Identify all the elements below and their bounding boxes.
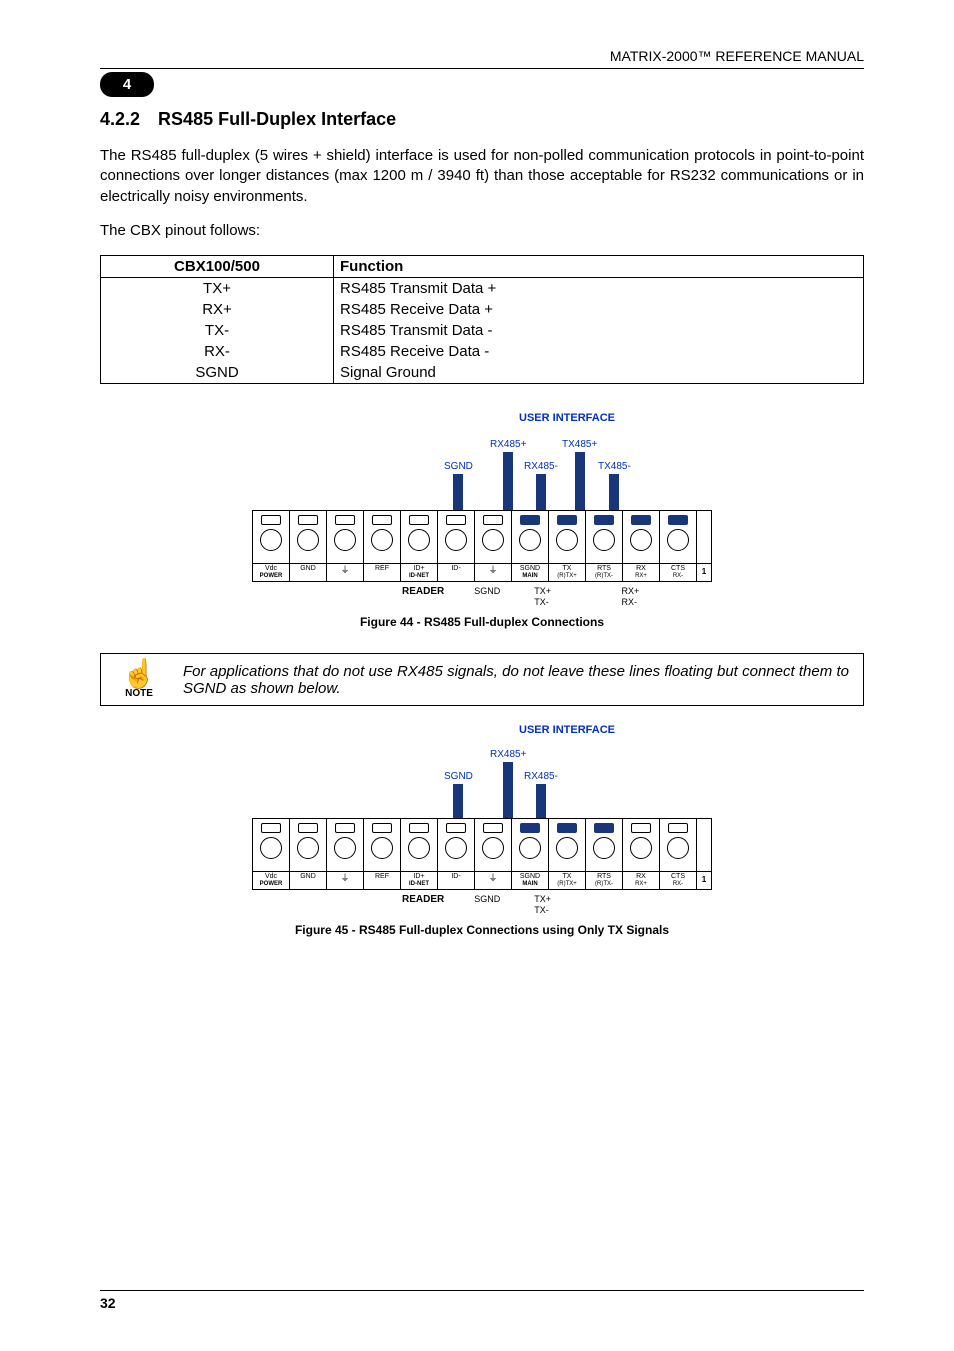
page-footer: 32	[100, 1290, 864, 1311]
pin-cell: RX+	[101, 299, 334, 320]
section-heading: 4.2.2RS485 Full-Duplex Interface	[100, 109, 864, 130]
figure-44-caption: Figure 44 - RS485 Full-duplex Connection…	[100, 615, 864, 629]
note-icon: ☝ NOTE	[109, 660, 169, 699]
reader-row: READER SGND TX+TX-	[252, 894, 712, 917]
earth-icon: ⏚	[340, 874, 349, 883]
note-box: ☝ NOTE For applications that do not use …	[100, 653, 864, 706]
earth-icon: ⏚	[488, 566, 497, 575]
terminal-labels: VdcPOWER GND ⏚ REF ID+ID-NET ID- ⏚ SGNDM…	[252, 872, 712, 890]
pin-cell: RS485 Receive Data -	[334, 341, 864, 362]
pin-cell: RX-	[101, 341, 334, 362]
pin-cell: RS485 Transmit Data +	[334, 278, 864, 300]
pin-th-0: CBX100/500	[101, 256, 334, 278]
user-interface-label: USER INTERFACE	[422, 724, 712, 736]
pointing-hand-icon: ☝	[109, 660, 169, 688]
earth-icon: ⏚	[488, 874, 497, 883]
pinout-intro: The CBX pinout follows:	[100, 221, 864, 241]
pinout-table: CBX100/500 Function TX+RS485 Transmit Da…	[100, 255, 864, 384]
reader-row: READER SGND TX+TX- RX+RX-	[252, 586, 712, 609]
intro-paragraph: The RS485 full-duplex (5 wires + shield)…	[100, 146, 864, 207]
pin-cell: Signal Ground	[334, 362, 864, 384]
pin-th-1: Function	[334, 256, 864, 278]
pin-cell: TX-	[101, 320, 334, 341]
note-text: For applications that do not use RX485 s…	[169, 663, 849, 697]
chapter-pill: 4	[100, 72, 154, 97]
terminal-labels: VdcPOWER GND ⏚ REF ID+ID-NET ID- ⏚ SGNDM…	[252, 564, 712, 582]
figure-45-caption: Figure 45 - RS485 Full-duplex Connection…	[100, 923, 864, 937]
pin-cell: RS485 Receive Data +	[334, 299, 864, 320]
terminal-strip	[252, 510, 712, 564]
pin-cell: SGND	[101, 362, 334, 384]
user-interface-label: USER INTERFACE	[422, 412, 712, 424]
figure-44-diagram: USER INTERFACE RX485+ TX485+ SGND RX485-…	[252, 412, 712, 609]
figure-45-diagram: USER INTERFACE RX485+ SGND RX485- VdcPOW…	[252, 724, 712, 917]
terminal-strip	[252, 818, 712, 872]
earth-icon: ⏚	[340, 566, 349, 575]
header-rule	[100, 68, 864, 69]
pin-cell: TX+	[101, 278, 334, 300]
header-title: MATRIX-2000™ REFERENCE MANUAL	[100, 48, 864, 68]
pin-cell: RS485 Transmit Data -	[334, 320, 864, 341]
